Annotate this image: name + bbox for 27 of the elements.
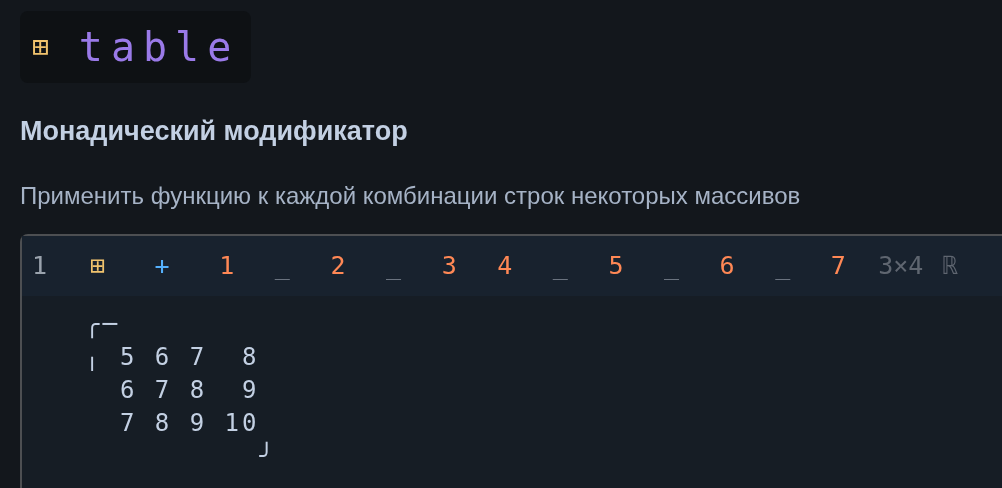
shape-label: 3×4 — [878, 249, 924, 282]
code-token: 6 — [718, 249, 736, 282]
code-token: 7 — [829, 249, 847, 282]
table-icon: ⊞ — [32, 26, 49, 68]
code-token: 3 — [440, 249, 458, 282]
code-token: 2 — [329, 249, 347, 282]
section-heading: Монадический модификатор — [20, 115, 409, 148]
line-number: 1 — [32, 249, 49, 282]
code-editor[interactable]: 1 ⊞ + 1 _ 2 _ 3 4 _ 5 _ 6 _ 7 3×4 ℝ — [22, 235, 1002, 296]
code-token: _ — [385, 249, 403, 282]
code-token: _ — [273, 249, 291, 282]
code-token: 5 — [607, 249, 625, 282]
description-text: Применить функцию к каждой комбинации строк некоторых массивов — [20, 180, 802, 211]
function-name: table — [78, 23, 240, 72]
code-token: 1 — [218, 249, 236, 282]
type-label: ℝ — [943, 249, 959, 282]
code-token: _ — [774, 249, 792, 282]
code-token: ⊞ — [88, 249, 107, 282]
output-line: 7 8 9 10 — [118, 407, 260, 439]
code-token: _ — [663, 249, 681, 282]
output-line: ╯ — [258, 440, 277, 472]
output-line: ╷ 5 6 7 8 — [85, 341, 260, 373]
code-token: + — [153, 249, 171, 282]
code-token: 4 — [496, 249, 514, 282]
code-token: _ — [551, 249, 569, 282]
output-line: ╭─ — [85, 308, 120, 341]
output-line: 6 7 8 9 — [118, 374, 260, 406]
